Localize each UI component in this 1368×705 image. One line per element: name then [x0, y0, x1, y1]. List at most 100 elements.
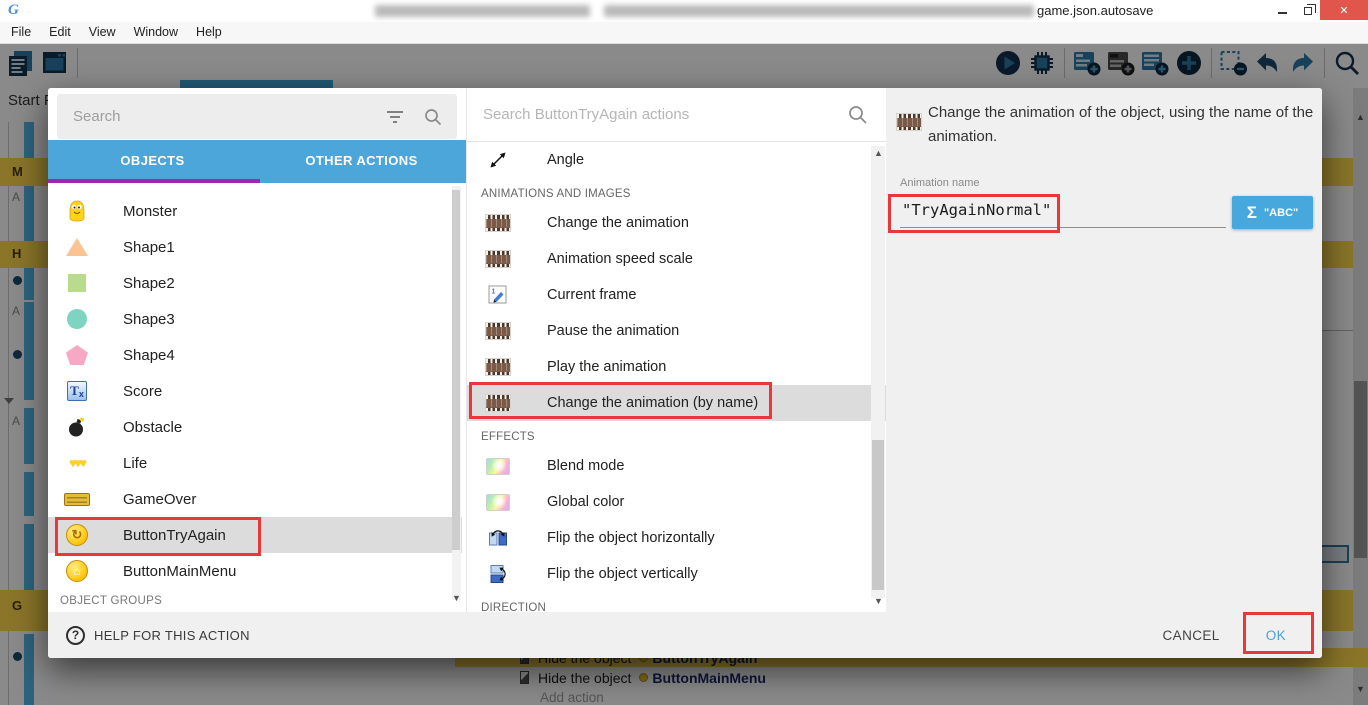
action-row-animation-speed-scale[interactable]: Animation speed scale	[467, 241, 887, 277]
film-strip-icon	[485, 214, 511, 232]
film-strip-icon	[485, 250, 511, 268]
annotation-box-buttontryagain	[55, 517, 261, 556]
object-icon-box	[60, 417, 94, 437]
action-section-header: DIRECTION	[467, 592, 887, 612]
game-over-banner-icon	[64, 493, 90, 506]
action-row-play-the-animation[interactable]: Play the animation	[467, 349, 887, 385]
scroll-up-icon[interactable]: ▲	[874, 148, 883, 158]
object-row-monster[interactable]: Monster	[48, 193, 462, 229]
object-row-shape3[interactable]: Shape3	[48, 301, 462, 337]
scroll-down-icon[interactable]: ▼	[874, 596, 883, 606]
expression-button-label: "ABC"	[1264, 207, 1298, 219]
objects-scrollbar-thumb[interactable]	[452, 190, 460, 550]
window-title: game.json.autosave	[1037, 3, 1153, 18]
circle-icon	[67, 309, 87, 329]
action-row-flip-the-object-vertically[interactable]: Flip the object vertically	[467, 556, 887, 592]
action-label: Pause the animation	[547, 323, 679, 339]
action-icon-box	[481, 458, 515, 475]
action-row-angle[interactable]: Angle	[467, 142, 887, 178]
action-label: Animation speed scale	[547, 251, 693, 267]
text-object-icon: Tx	[67, 381, 87, 401]
restore-icon	[1304, 7, 1312, 15]
action-icon-box	[481, 149, 515, 171]
minimize-icon	[1278, 12, 1287, 14]
object-label: Monster	[123, 203, 177, 220]
action-icon-box	[481, 322, 515, 340]
action-label: Angle	[547, 152, 584, 168]
object-row-gameover[interactable]: GameOver	[48, 481, 462, 517]
close-icon: ✕	[1339, 4, 1348, 17]
flip-horizontal-icon	[488, 528, 508, 548]
action-row-current-frame[interactable]: 1 Current frame	[467, 277, 887, 313]
menu-window[interactable]: Window	[125, 22, 187, 44]
object-icon-box	[60, 200, 94, 222]
menu-file[interactable]: File	[2, 22, 40, 44]
action-row-flip-the-object-horizontally[interactable]: Flip the object horizontally	[467, 520, 887, 556]
action-row-blend-mode[interactable]: Blend mode	[467, 448, 887, 484]
instruction-editor-dialog: OBJECTS OTHER ACTIONS MonsterShape1Shape…	[48, 88, 1322, 658]
menu-help[interactable]: Help	[187, 22, 231, 44]
actions-scrollbar-thumb[interactable]	[872, 440, 884, 590]
color-gradient-icon	[486, 458, 510, 475]
search-icon	[847, 104, 869, 131]
sigma-icon: Σ	[1247, 203, 1257, 223]
object-label: Life	[123, 455, 147, 472]
object-icon-box: Tx	[60, 381, 94, 401]
frame-number-icon: 1	[488, 285, 508, 305]
action-row-pause-the-animation[interactable]: Pause the animation	[467, 313, 887, 349]
action-section-header: EFFECTS	[467, 421, 887, 448]
object-row-score[interactable]: Tx Score	[48, 373, 462, 409]
help-icon: ?	[66, 626, 85, 645]
cancel-button[interactable]: CANCEL	[1153, 620, 1230, 651]
home-button-icon: ⌂	[66, 560, 88, 582]
object-label: ButtonMainMenu	[123, 563, 236, 580]
tab-objects[interactable]: OBJECTS	[48, 140, 257, 179]
action-label: Play the animation	[547, 359, 666, 375]
menu-view[interactable]: View	[80, 22, 125, 44]
action-label: Flip the object vertically	[547, 566, 698, 582]
object-label: GameOver	[123, 491, 196, 508]
object-groups-header: OBJECT GROUPS	[60, 595, 162, 607]
annotation-box-animation-name	[888, 194, 1060, 233]
angle-icon	[487, 149, 509, 171]
animation-name-label: Animation name	[900, 177, 980, 189]
action-detail-panel: Change the animation of the object, usin…	[886, 88, 1322, 612]
action-section-header: ANIMATIONS AND IMAGES	[467, 178, 887, 205]
filter-icon[interactable]	[385, 109, 405, 130]
object-row-shape1[interactable]: Shape1	[48, 229, 462, 265]
color-gradient-icon	[486, 494, 510, 511]
menu-edit[interactable]: Edit	[40, 22, 80, 44]
help-label: HELP FOR THIS ACTION	[94, 628, 250, 643]
gdevelop-window: G game.json.autosave ✕ FileEditViewWindo…	[0, 0, 1368, 705]
tab-other-actions[interactable]: OTHER ACTIONS	[257, 140, 466, 179]
object-row-buttonmainmenu[interactable]: ⌂ ButtonMainMenu	[48, 553, 462, 589]
minimize-button[interactable]	[1270, 0, 1295, 20]
film-strip-icon	[485, 358, 511, 376]
scroll-down-icon[interactable]: ▼	[452, 593, 461, 603]
action-icon-box	[481, 214, 515, 232]
triangle-icon	[66, 238, 88, 256]
objects-search-input[interactable]	[63, 94, 363, 139]
menu-bar: FileEditViewWindowHelp	[0, 22, 1368, 44]
action-row-change-the-animation[interactable]: Change the animation	[467, 205, 887, 241]
help-button[interactable]: ? HELP FOR THIS ACTION	[66, 626, 250, 645]
object-icon-box: ⌂	[60, 560, 94, 582]
object-label: Shape3	[123, 311, 175, 328]
object-row-shape4[interactable]: Shape4	[48, 337, 462, 373]
object-row-life[interactable]: ♥♥♥Life	[48, 445, 462, 481]
action-row-global-color[interactable]: Global color	[467, 484, 887, 520]
search-icon	[423, 107, 443, 132]
expression-editor-button[interactable]: Σ "ABC"	[1232, 196, 1313, 229]
object-icon-box	[60, 309, 94, 329]
action-label: Change the animation	[547, 215, 689, 231]
action-icon-box	[481, 250, 515, 268]
actions-panel: Angle ANIMATIONS AND IMAGES Change the ani…	[466, 88, 886, 612]
restore-button[interactable]	[1295, 0, 1320, 20]
object-row-obstacle[interactable]: Obstacle	[48, 409, 462, 445]
monster-icon	[68, 200, 86, 222]
actions-search-input[interactable]	[475, 88, 805, 141]
object-label: Score	[123, 383, 162, 400]
close-button[interactable]: ✕	[1320, 0, 1368, 20]
action-label: Current frame	[547, 287, 636, 303]
object-row-shape2[interactable]: Shape2	[48, 265, 462, 301]
